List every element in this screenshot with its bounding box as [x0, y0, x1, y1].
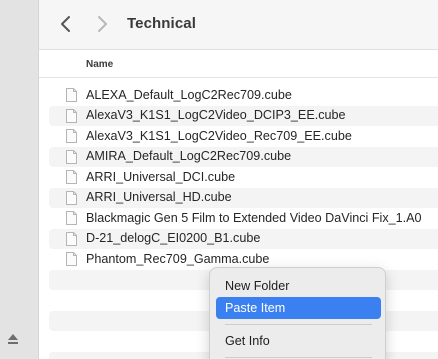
- eject-icon[interactable]: [7, 333, 19, 345]
- context-menu: New Folder Paste Item Get Info: [209, 267, 386, 359]
- toolbar: Technical: [39, 0, 438, 50]
- document-icon: [66, 211, 77, 225]
- file-name: ARRI_Universal_HD.cube: [86, 190, 232, 204]
- document-icon: [66, 190, 77, 205]
- document-icon: [66, 149, 77, 164]
- sidebar: [0, 0, 39, 359]
- document-icon: [66, 252, 77, 266]
- name-column-header[interactable]: Name: [86, 59, 113, 70]
- menu-item-get-info[interactable]: Get Info: [216, 330, 381, 352]
- menu-separator: [225, 357, 372, 358]
- file-name: AMIRA_Default_LogC2Rec709.cube: [86, 149, 292, 163]
- document-icon: [66, 170, 77, 184]
- list-item[interactable]: ALEXA_Default_LogC2Rec709.cube: [49, 85, 438, 106]
- menu-separator: [225, 324, 372, 325]
- file-name: D-21_delogC_EI0200_B1.cube: [86, 231, 261, 245]
- list-item[interactable]: D-21_delogC_EI0200_B1.cube: [49, 228, 438, 249]
- list-item[interactable]: ARRI_Universal_HD.cube: [49, 187, 438, 208]
- chevron-right-icon[interactable]: [93, 14, 111, 34]
- file-name: ALEXA_Default_LogC2Rec709.cube: [86, 87, 292, 102]
- document-icon: [66, 88, 77, 102]
- list-item[interactable]: AMIRA_Default_LogC2Rec709.cube: [49, 146, 438, 167]
- list-item[interactable]: Blackmagic Gen 5 Film to Extended Video …: [49, 208, 438, 229]
- file-name: ARRI_Universal_DCI.cube: [86, 169, 236, 184]
- menu-item-new-folder[interactable]: New Folder: [216, 275, 381, 297]
- file-name: Phantom_Rec709_Gamma.cube: [86, 251, 270, 266]
- column-header: Name: [39, 50, 438, 78]
- file-name: Blackmagic Gen 5 Film to Extended Video …: [86, 210, 422, 225]
- document-icon: [66, 129, 77, 143]
- list-item[interactable]: ARRI_Universal_DCI.cube: [49, 167, 438, 188]
- menu-item-paste-item[interactable]: Paste Item: [216, 297, 381, 319]
- document-icon: [66, 108, 77, 123]
- document-icon: [66, 231, 77, 246]
- file-name: AlexaV3_K1S1_LogC2Video_Rec709_EE.cube: [86, 128, 352, 143]
- file-name: AlexaV3_K1S1_LogC2Video_DCIP3_EE.cube: [86, 108, 346, 122]
- list-item[interactable]: AlexaV3_K1S1_LogC2Video_Rec709_EE.cube: [49, 126, 438, 147]
- chevron-left-icon[interactable]: [57, 14, 75, 34]
- window-title: Technical: [127, 15, 196, 32]
- list-item[interactable]: AlexaV3_K1S1_LogC2Video_DCIP3_EE.cube: [49, 105, 438, 126]
